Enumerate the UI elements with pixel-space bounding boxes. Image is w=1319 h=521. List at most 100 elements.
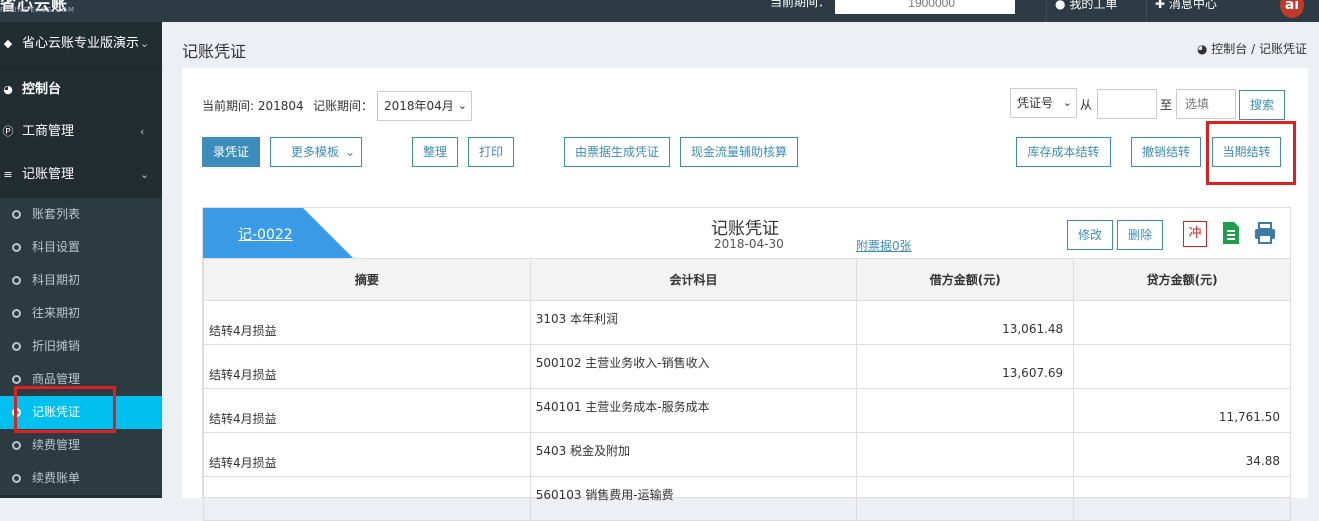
- sidebar-sub-renewal[interactable]: 续费管理: [0, 429, 162, 462]
- sidebar-org-switcher[interactable]: ◆ 省心云账专业版演示 ⌄: [0, 22, 162, 66]
- search-button[interactable]: 搜索: [1239, 90, 1285, 120]
- sidebar-item-label: 科目设置: [32, 240, 81, 254]
- circle-icon: [12, 210, 21, 219]
- circle-icon: [12, 441, 21, 450]
- summary-text: 结转4月损益: [209, 456, 277, 470]
- excel-icon-graphic: [1223, 222, 1239, 244]
- voucher-number-tag: 记-0022: [203, 208, 353, 258]
- account-text: 3103 本年利润: [535, 312, 619, 326]
- summary-text: 结转4月损益: [209, 368, 277, 382]
- debit-cell: [856, 388, 1075, 433]
- more-templates-select[interactable]: 更多模板 ⌄: [270, 137, 362, 167]
- credit-amount: 34.88: [1245, 454, 1280, 468]
- inventory-cost-carry-button[interactable]: 库存成本结转: [1016, 137, 1111, 167]
- voucher-number-link[interactable]: 记-0022: [238, 224, 293, 244]
- from-invoice-button[interactable]: 由票据生成凭证: [564, 137, 670, 167]
- debit-amount: 13,061.48: [1002, 322, 1064, 336]
- account-cell: 500102 主营业务收入-销售收入: [529, 344, 858, 389]
- business-icon: Ⓟ: [2, 125, 14, 138]
- sidebar-item-label: 账套列表: [32, 207, 81, 221]
- column-header-summary: 摘要: [203, 258, 531, 301]
- table-header-row: 摘要 会计科目 借方金额(元) 贷方金额(元): [203, 258, 1291, 301]
- column-header-credit: 贷方金额(元): [1073, 258, 1291, 301]
- sidebar-item-business[interactable]: Ⓟ 工商管理 ‹: [0, 110, 162, 154]
- voucher-card: 记-0022 记账凭证 2018-04-30 附票据0张 修改 删除 冲 摘要 …: [202, 207, 1291, 521]
- top-period-label: 当前期间：: [770, 0, 831, 9]
- credit-amount: 11,761.50: [1218, 410, 1280, 424]
- from-input[interactable]: [1097, 89, 1157, 119]
- account-cell: 540101 主营业务成本-服务成本: [529, 388, 858, 433]
- debit-cell: 13,061.48: [856, 300, 1075, 345]
- my-ticket-button[interactable]: ● 我的工单: [1046, 0, 1132, 22]
- cashflow-button[interactable]: 现金流量辅助核算: [680, 137, 798, 167]
- sidebar-item-label: 控制台: [22, 82, 62, 97]
- credit-cell: [1073, 344, 1291, 389]
- table-row: 结转4月损益 500102 主营业务收入-销售收入 13,607.69: [203, 344, 1291, 389]
- message-center-label: 消息中心: [1168, 0, 1217, 11]
- account-text: 5403 税金及附加: [535, 444, 631, 458]
- my-ticket-label: 我的工单: [1069, 0, 1118, 11]
- record-voucher-button[interactable]: 录凭证: [202, 137, 260, 167]
- bookkeeping-period-select[interactable]: 2018年04月 ⌄: [377, 91, 472, 121]
- undo-carry-button[interactable]: 撤销结转: [1131, 137, 1201, 167]
- chevron-left-icon: ‹: [140, 125, 145, 138]
- reverse-button[interactable]: 冲: [1183, 221, 1207, 247]
- top-period-input[interactable]: [835, 0, 1015, 14]
- printer-icon-graphic: [1255, 222, 1275, 244]
- sidebar-sub-subject-settings[interactable]: 科目设置: [0, 231, 162, 264]
- sidebar-item-label: 往来期初: [32, 306, 81, 320]
- avatar[interactable]: ai: [1280, 0, 1304, 18]
- circle-icon: [12, 276, 21, 285]
- sidebar-item-label: 工商管理: [22, 124, 75, 139]
- to-input[interactable]: [1176, 89, 1236, 119]
- sidebar-sub-depreciation[interactable]: 折旧摊销: [0, 330, 162, 363]
- delete-button[interactable]: 删除: [1117, 220, 1163, 250]
- voucher-no-select[interactable]: 凭证号 ⌄: [1010, 88, 1077, 118]
- edit-button[interactable]: 修改: [1067, 220, 1113, 250]
- summary-text: 结转4月损益: [209, 324, 277, 338]
- sidebar-item-dashboard[interactable]: ◕ 控制台: [0, 68, 162, 112]
- voucher-title: 记账凭证: [711, 219, 779, 239]
- table-row: 560103 销售费用-运输费: [203, 476, 1291, 521]
- circle-icon: [12, 342, 21, 351]
- message-center-button[interactable]: ✚ 消息中心: [1146, 0, 1234, 22]
- print-button[interactable]: 打印: [468, 137, 514, 167]
- account-text: 540101 主营业务成本-服务成本: [535, 400, 710, 414]
- organize-button[interactable]: 整理: [412, 137, 458, 167]
- breadcrumb-home[interactable]: 控制台: [1211, 42, 1247, 56]
- voucher-no-select-value: 凭证号: [1017, 96, 1054, 110]
- sidebar-item-label: 科目期初: [32, 273, 81, 287]
- bookkeeping-period-value: 2018年04月: [384, 99, 454, 113]
- current-period: 当前期间: 201804: [202, 99, 304, 113]
- chevron-down-icon: ⌄: [140, 37, 150, 50]
- credit-cell: 11,761.50: [1073, 388, 1291, 433]
- logo[interactable]: 省心云账 FOUNDEASE.COM: [0, 0, 120, 22]
- sidebar-sub-subject-opening[interactable]: 科目期初: [0, 264, 162, 297]
- sidebar-item-bookkeeping[interactable]: ≡ 记账管理 ⌄: [0, 153, 162, 197]
- page-title: 记账凭证: [182, 42, 247, 61]
- sidebar-sub-account-sets[interactable]: 账套列表: [0, 198, 162, 231]
- summary-cell: 结转4月损益: [203, 388, 531, 433]
- account-text: 560103 销售费用-运输费: [535, 488, 674, 502]
- logo-subtext: FOUNDEASE.COM: [0, 6, 76, 14]
- column-header-debit: 借方金额(元): [856, 258, 1075, 301]
- attachments-link[interactable]: 附票据0张: [856, 237, 912, 254]
- credit-cell: [1073, 476, 1291, 521]
- breadcrumb-separator: /: [1251, 42, 1256, 56]
- print-icon[interactable]: [1253, 221, 1277, 247]
- summary-cell: 结转4月损益: [203, 432, 531, 477]
- credit-cell: [1073, 300, 1291, 345]
- summary-cell: 结转4月损益: [203, 300, 531, 345]
- org-name: 省心云账专业版演示: [22, 36, 140, 51]
- sidebar-item-label: 续费管理: [32, 438, 81, 452]
- debit-amount: 13,607.69: [1002, 366, 1064, 380]
- dashboard-icon: ◕: [1196, 42, 1208, 56]
- sidebar-sub-ar-ap-opening[interactable]: 往来期初: [0, 297, 162, 330]
- account-cell: 560103 销售费用-运输费: [529, 476, 858, 521]
- excel-export-icon[interactable]: [1219, 221, 1243, 247]
- circle-icon: [12, 309, 21, 318]
- summary-cell: 结转4月损益: [203, 344, 531, 389]
- sidebar-sub-renewal-bills[interactable]: 续费账单: [0, 462, 162, 495]
- chevron-down-icon: ⌄: [457, 99, 467, 112]
- more-templates-label: 更多模板: [291, 145, 340, 159]
